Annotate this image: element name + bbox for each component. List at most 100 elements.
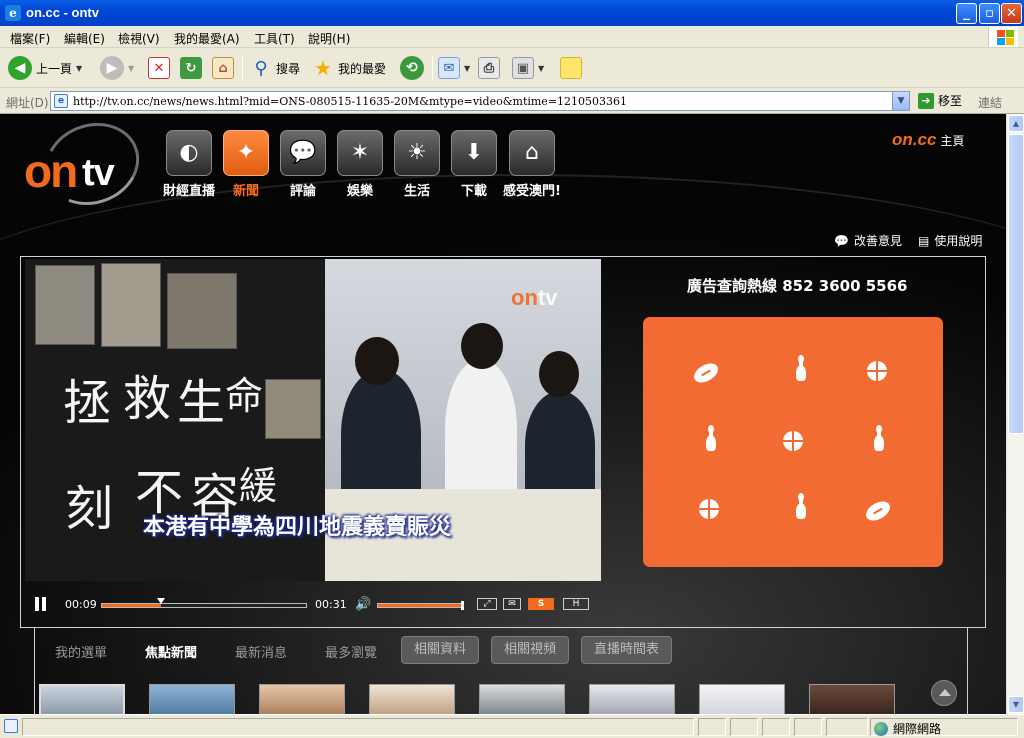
nav-download[interactable]: ⬇ 下載 — [447, 130, 501, 199]
video-thumbnail[interactable] — [589, 684, 675, 714]
video-thumbnail[interactable] — [369, 684, 455, 714]
video-thumbnail[interactable] — [39, 684, 125, 714]
favorites-button[interactable]: ★ 我的最愛 — [312, 54, 386, 82]
search-button[interactable]: ⚲ 搜尋 — [250, 54, 300, 82]
tab-related-info[interactable]: 相關資料 — [401, 636, 480, 664]
scroll-down-arrow-icon[interactable]: ▼ — [1008, 696, 1024, 713]
address-url[interactable]: http://tv.on.cc/news/news.html?mid=ONS-0… — [73, 95, 627, 108]
menu-favorites[interactable]: 我的最愛(A) — [174, 30, 240, 47]
pause-button[interactable] — [35, 597, 47, 611]
watermark-tv: tv — [537, 285, 558, 310]
close-button[interactable]: ✕ — [1001, 3, 1022, 24]
nav-finance-live[interactable]: ◐ 財經直播 — [162, 130, 216, 199]
sticky-note-icon — [560, 57, 582, 79]
chevron-down-icon[interactable]: ▼ — [76, 64, 82, 73]
fullscreen-button[interactable]: ⤢ — [477, 598, 497, 610]
video-player[interactable]: 拯 救 生 命 刻 不 容 緩 ontv 本港有中學為四川地震義賣賑災 — [25, 259, 601, 581]
nav-commentary[interactable]: 💬 評論 — [276, 130, 330, 199]
poster — [101, 263, 161, 347]
volume-slider[interactable] — [377, 601, 464, 610]
scroll-up-arrow-icon[interactable]: ▲ — [1008, 115, 1024, 132]
help-link[interactable]: ▤ 使用說明 — [918, 232, 982, 249]
video-thumbnail[interactable] — [259, 684, 345, 714]
back-button[interactable]: ◀ 上一頁 ▼ — [8, 54, 82, 82]
size-small-button[interactable]: S — [528, 598, 554, 610]
board-char: 生 — [177, 375, 226, 431]
tab-related-videos[interactable]: 相關視頻 — [491, 636, 570, 664]
note-button[interactable] — [560, 54, 582, 82]
video-thumbnail[interactable] — [479, 684, 565, 714]
tab-most-viewed[interactable]: 最多瀏覽 — [325, 642, 377, 661]
ontv-logo[interactable]: on tv — [24, 114, 151, 219]
nav-lifestyle[interactable]: ☀ 生活 — [390, 130, 444, 199]
address-label: 網址(D) — [6, 96, 49, 110]
favorites-label: 我的最愛 — [338, 61, 387, 76]
maximize-button[interactable]: ▫ — [979, 3, 1000, 24]
volume-handle[interactable] — [461, 601, 464, 610]
menu-tools[interactable]: 工具(T) — [254, 30, 295, 47]
scrollbar-thumb[interactable] — [1008, 134, 1024, 434]
video-thumbnail[interactable] — [149, 684, 235, 714]
home-icon: ⌂ — [212, 57, 234, 79]
nav-macau[interactable]: ⌂ 感受澳門! — [500, 130, 564, 199]
help-label: 使用說明 — [934, 234, 983, 248]
bowling-pin-icon — [787, 493, 815, 521]
video-thumbnail[interactable] — [809, 684, 895, 714]
print-button[interactable]: ⎙ — [478, 54, 500, 82]
bowling-pin-icon — [869, 425, 897, 453]
speaker-icon[interactable]: 🔊 — [355, 597, 371, 612]
progress-bar[interactable] — [101, 598, 307, 608]
chevron-down-icon[interactable]: ▼ — [892, 92, 909, 110]
tab-focus-news[interactable]: 焦點新聞 — [145, 642, 197, 661]
chevron-down-icon[interactable]: ▼ — [464, 64, 470, 73]
tab-my-menu[interactable]: 我的選單 — [55, 642, 107, 661]
status-cell — [762, 718, 790, 736]
minimize-button[interactable]: _ — [956, 3, 977, 24]
printer-icon: ⎙ — [478, 57, 500, 79]
scroll-up-button[interactable] — [931, 680, 957, 706]
menu-help[interactable]: 說明(H) — [308, 30, 350, 47]
vertical-scrollbar[interactable]: ▲ ▼ — [1006, 114, 1024, 714]
size-high-button[interactable]: H — [563, 598, 589, 610]
logo-on-text: on — [24, 145, 78, 197]
mail-button[interactable]: ✉ ▼ — [438, 54, 470, 82]
mail-icon: ✉ — [438, 57, 460, 79]
menu-file[interactable]: 檔案(F) — [10, 30, 50, 47]
home-link[interactable]: 主頁 — [940, 132, 964, 149]
search-label: 搜尋 — [276, 61, 301, 76]
nav-entertainment[interactable]: ✶ 娛樂 — [333, 130, 387, 199]
go-button[interactable]: ➜ 移至 — [918, 92, 962, 109]
video-thumbnail[interactable] — [699, 684, 785, 714]
windows-logo-icon — [988, 27, 1018, 47]
home-button[interactable]: ⌂ — [212, 54, 234, 82]
chevron-down-icon[interactable]: ▼ — [538, 64, 544, 73]
progress-knob[interactable] — [157, 598, 166, 604]
address-input[interactable]: e http://tv.on.cc/news/news.html?mid=ONS… — [50, 91, 910, 111]
duration: 00:31 — [315, 598, 347, 611]
nav-label: 新聞 — [232, 184, 259, 199]
player-panel: 拯 救 生 命 刻 不 容 緩 ontv 本港有中學為四川地震義賣賑災 00:0… — [20, 256, 986, 628]
stop-button[interactable]: ✕ — [148, 54, 170, 82]
status-cell — [794, 718, 822, 736]
ad-banner[interactable] — [643, 317, 943, 567]
menu-edit[interactable]: 編輯(E) — [64, 30, 105, 47]
nav-news[interactable]: ✦ 新聞 — [219, 130, 273, 199]
status-text-cell — [22, 718, 694, 736]
email-share-button[interactable]: ✉ — [503, 598, 521, 610]
edit-icon: ▣ — [512, 57, 534, 79]
forward-button[interactable]: ▶ ▼ — [100, 54, 134, 82]
menu-view[interactable]: 檢視(V) — [118, 30, 160, 47]
student — [445, 359, 517, 499]
speech-bubble-icon: 💬 — [834, 233, 849, 248]
tab-live-schedule[interactable]: 直播時間表 — [581, 636, 673, 664]
history-button[interactable]: ⟲ — [400, 54, 424, 82]
links-label[interactable]: 連結 — [978, 94, 1002, 111]
chevron-down-icon[interactable]: ▼ — [128, 64, 134, 73]
tab-latest-news[interactable]: 最新消息 — [235, 642, 287, 661]
oncc-home-link[interactable]: on.cc 主頁 — [892, 130, 964, 150]
feedback-link[interactable]: 💬 改善意見 — [834, 232, 902, 249]
refresh-button[interactable]: ↻ — [180, 54, 202, 82]
edit-button[interactable]: ▣ ▼ — [512, 54, 544, 82]
go-arrow-icon: ➜ — [918, 92, 934, 109]
window-titlebar: e on.cc - ontv _ ▫ ✕ — [0, 0, 1024, 26]
